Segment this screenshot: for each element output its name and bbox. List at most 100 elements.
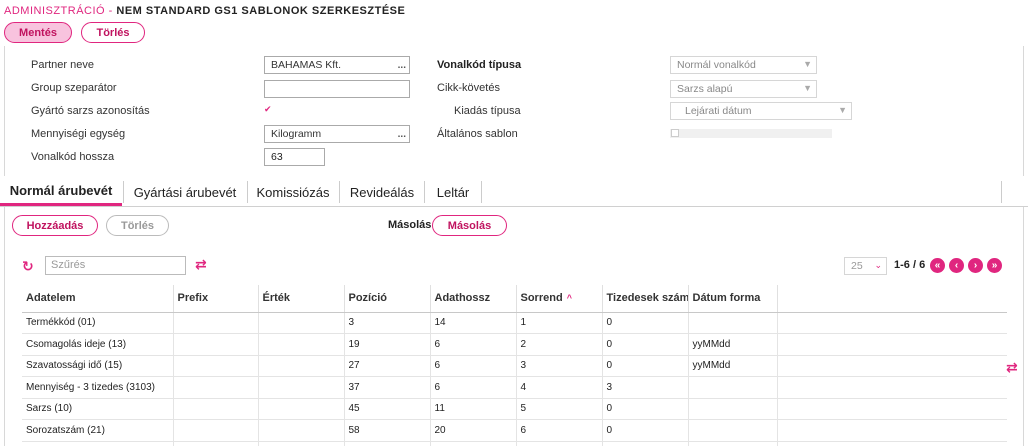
table-cell: 3 xyxy=(516,355,603,377)
table-cell: Termékkód (01) xyxy=(22,312,174,334)
partner-field[interactable]: BAHAMAS Kft. ... xyxy=(264,56,410,74)
table-cell xyxy=(777,441,1007,446)
delete-row-button[interactable]: Törlés xyxy=(106,215,169,236)
tab-production-receipt[interactable]: Gyártási árubevét xyxy=(124,178,246,206)
table-row[interactable]: Sarzs (10) 45 11 5 0 xyxy=(22,398,1007,420)
table-row[interactable]: Sorozatszám (21) 58 20 6 0 xyxy=(22,419,1007,442)
chevron-down-icon: ▼ xyxy=(803,83,812,93)
gs1-elements-table: Adatelem Prefix Érték Pozíció Adathossz … xyxy=(22,285,1007,446)
issue-type-select[interactable]: Lejárati dátum ▼ xyxy=(670,102,852,120)
table-cell: Csomagolás ideje (13) xyxy=(22,333,174,356)
breadcrumb-section: ADMINISZTRÁCIÓ - xyxy=(4,5,113,17)
column-header[interactable]: Adatelem xyxy=(22,285,174,313)
table-row[interactable]: Szavatossági idő (15) 27 6 3 0 yyMMdd xyxy=(22,355,1007,377)
table-row[interactable] xyxy=(22,441,1007,446)
batch-id-check-icon[interactable]: ✔ xyxy=(264,104,272,115)
copy-button[interactable]: Másolás xyxy=(432,215,507,236)
column-header[interactable]: Adathossz xyxy=(430,285,517,313)
table-cell xyxy=(258,355,345,377)
barcode-length-label: Vonalkód hossza xyxy=(31,151,115,163)
first-page-icon[interactable]: « xyxy=(930,258,945,273)
page-header: ADMINISZTRÁCIÓ - NEM STANDARD GS1 SABLON… xyxy=(4,5,405,17)
table-cell: 2 xyxy=(516,333,603,356)
table-cell xyxy=(777,398,1007,420)
prev-page-icon[interactable]: ‹ xyxy=(949,258,964,273)
barcode-length-field[interactable]: 63 xyxy=(264,148,325,166)
tab-divider xyxy=(481,181,482,203)
table-cell xyxy=(516,441,603,446)
table-cell xyxy=(777,312,1007,334)
table-cell: yyMMdd xyxy=(688,355,778,377)
group-separator-field[interactable] xyxy=(264,80,410,98)
table-cell xyxy=(258,376,345,399)
unit-value: Kilogramm xyxy=(271,128,322,140)
issue-type-value: Lejárati dátum xyxy=(685,105,752,117)
table-cell: 45 xyxy=(344,398,431,420)
table-cell xyxy=(777,419,1007,442)
next-page-icon[interactable]: › xyxy=(968,258,983,273)
table-cell xyxy=(688,419,778,442)
table-cell: 0 xyxy=(602,398,689,420)
table-cell xyxy=(173,333,259,356)
table-cell xyxy=(777,376,1007,399)
save-button[interactable]: Mentés xyxy=(4,22,72,43)
table-cell xyxy=(258,398,345,420)
tracking-select[interactable]: Sarzs alapú ▼ xyxy=(670,80,817,98)
filter-input[interactable]: Szűrés xyxy=(45,256,186,275)
tab-revision[interactable]: Revideálás xyxy=(340,178,424,206)
add-row-button[interactable]: Hozzáadás xyxy=(12,215,98,236)
tab-divider xyxy=(1001,181,1002,203)
chevron-down-icon: ▼ xyxy=(838,105,847,115)
column-header[interactable]: Pozíció xyxy=(344,285,431,313)
table-cell xyxy=(344,441,431,446)
tab-picking[interactable]: Komissiózás xyxy=(248,178,338,206)
table-cell xyxy=(173,441,259,446)
table-cell xyxy=(173,419,259,442)
unit-lookup-icon[interactable]: ... xyxy=(398,129,406,140)
column-header[interactable]: Érték xyxy=(258,285,345,313)
table-cell: Szavatossági idő (15) xyxy=(22,355,174,377)
general-template-checkbox[interactable] xyxy=(671,129,679,137)
last-page-icon[interactable]: » xyxy=(987,258,1002,273)
column-header[interactable]: Tizedesek szám xyxy=(602,285,689,313)
issue-type-label: Kiadás típusa xyxy=(454,105,521,117)
table-row[interactable]: Mennyiség - 3 tizedes (3103) 37 6 4 3 xyxy=(22,376,1007,399)
unit-field[interactable]: Kilogramm ... xyxy=(264,125,410,143)
table-cell xyxy=(22,441,174,446)
pagination-info: 1-6 / 6 xyxy=(894,259,926,271)
table-cell xyxy=(258,333,345,356)
column-header-sorted[interactable]: Sorrend ^ xyxy=(516,285,603,313)
table-cell xyxy=(777,355,1007,377)
table-cell: 0 xyxy=(602,333,689,356)
table-cell: 3 xyxy=(602,376,689,399)
table-row[interactable]: Csomagolás ideje (13) 19 6 2 0 yyMMdd xyxy=(22,333,1007,356)
table-cell: 27 xyxy=(344,355,431,377)
table-cell: yyMMdd xyxy=(688,333,778,356)
column-header[interactable]: Prefix xyxy=(173,285,259,313)
table-cell: 5 xyxy=(516,398,603,420)
table-cell xyxy=(688,441,778,446)
table-row[interactable]: Termékkód (01) 3 14 1 0 xyxy=(22,312,1007,334)
partner-lookup-icon[interactable]: ... xyxy=(398,60,406,71)
barcode-type-select[interactable]: Normál vonalkód ▼ xyxy=(670,56,817,74)
page-title: NEM STANDARD GS1 SABLONOK SZERKESZTÉSE xyxy=(116,5,406,17)
swap-icon[interactable]: ⇄ xyxy=(195,256,207,273)
table-cell: 19 xyxy=(344,333,431,356)
table-cell: 20 xyxy=(430,419,517,442)
table-cell xyxy=(688,312,778,334)
table-cell xyxy=(173,355,259,377)
refresh-icon[interactable]: ↻ xyxy=(22,258,34,275)
table-cell xyxy=(173,398,259,420)
tab-bar: Normál árubevét Gyártási árubevét Komiss… xyxy=(0,178,1028,375)
table-cell xyxy=(430,441,517,446)
table-cell xyxy=(173,376,259,399)
table-cell: 6 xyxy=(516,419,603,442)
general-template-toggle[interactable] xyxy=(670,129,832,138)
column-header[interactable]: Dátum forma xyxy=(688,285,778,313)
tab-inventory[interactable]: Leltár xyxy=(425,178,481,206)
batch-id-label: Gyártó sarzs azonosítás xyxy=(31,105,150,117)
page-size-select[interactable]: 25 ⌄ xyxy=(844,257,887,275)
table-cell: 6 xyxy=(430,355,517,377)
delete-button[interactable]: Törlés xyxy=(81,22,145,43)
tab-normal-receipt[interactable]: Normál árubevét xyxy=(0,178,122,206)
